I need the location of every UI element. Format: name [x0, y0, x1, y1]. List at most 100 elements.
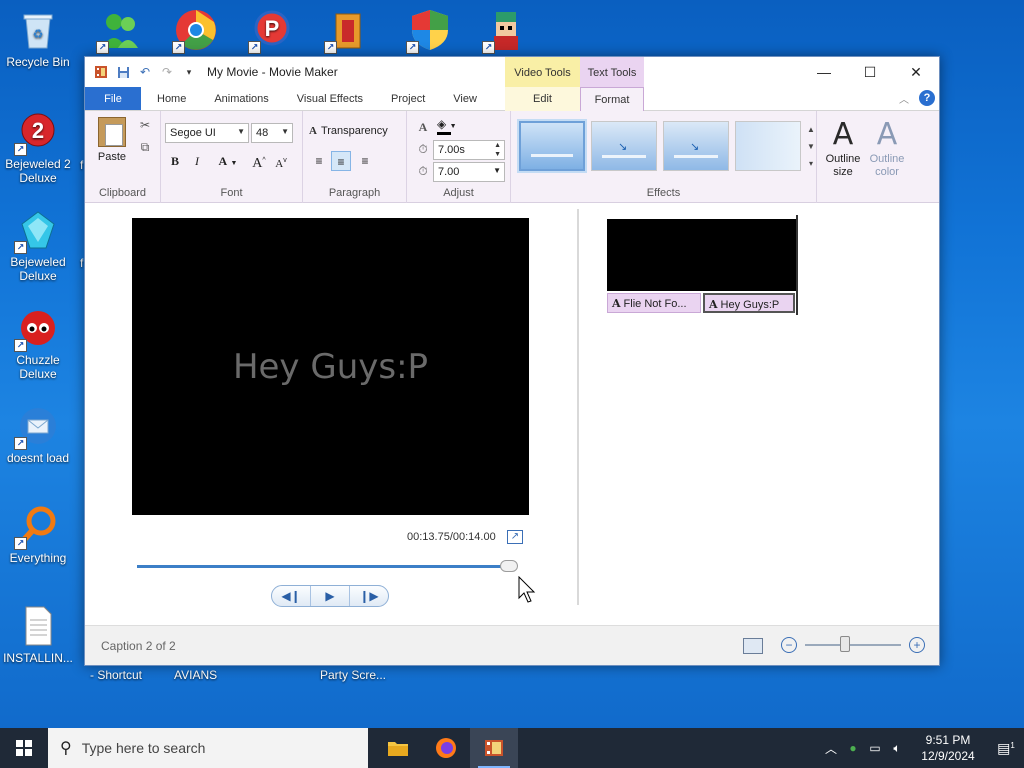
align-center-icon[interactable]: ≡ [331, 151, 351, 171]
outline-color-letter: A [876, 117, 898, 152]
tab-file[interactable]: File [85, 87, 141, 110]
pane-splitter[interactable] [577, 209, 579, 605]
effect-thumbnail[interactable]: ↘ [663, 121, 729, 171]
tab-view[interactable]: View [439, 87, 491, 110]
desktop-icon-doesnt-load[interactable]: ↗ doesnt load [0, 404, 76, 465]
tab-animations[interactable]: Animations [200, 87, 282, 110]
start-time-input[interactable]: 7.00s ▲ ▼ [433, 140, 505, 160]
seek-bar[interactable] [137, 560, 519, 572]
tab-edit[interactable]: Edit [505, 87, 580, 111]
taskbar-firefox[interactable] [422, 728, 470, 768]
align-right-icon[interactable]: ≡ [355, 151, 375, 171]
search-icon: ⚲ [60, 740, 72, 757]
transparency-button[interactable]: A Transparency [309, 125, 388, 137]
play-button[interactable]: ▶ [311, 586, 350, 606]
tab-format[interactable]: Format [580, 87, 644, 112]
background-color-button[interactable]: ◈ ▼ [437, 117, 461, 135]
preview-caption-text: Hey Guys:P [232, 346, 429, 387]
close-button[interactable]: ✕ [893, 57, 939, 87]
shortcut-arrow-icon: ↗ [14, 143, 27, 156]
copy-icon[interactable]: ⧉ [137, 139, 153, 155]
grow-font-button[interactable]: A^ [249, 151, 269, 171]
paste-button[interactable]: Paste [95, 117, 129, 163]
desktop-icon-messenger[interactable]: ↗ [82, 8, 158, 55]
chuzzle-icon: ↗ [14, 306, 60, 352]
group-label-clipboard: Clipboard [98, 187, 147, 199]
tab-project[interactable]: Project [377, 87, 439, 110]
tab-visual-effects[interactable]: Visual Effects [283, 87, 377, 110]
desktop-icon-installing[interactable]: INSTALLIN... [0, 604, 76, 665]
seek-thumb[interactable] [500, 560, 519, 572]
taskbar-search[interactable]: ⚲ Type here to search [48, 728, 368, 768]
align-left-icon[interactable]: ≡ [309, 151, 329, 171]
effect-thumbnail[interactable] [735, 121, 801, 171]
notification-icon: ▤ [997, 739, 1011, 756]
outline-color-label: Outline color [869, 153, 905, 178]
undo-icon[interactable]: ↶ [137, 64, 153, 80]
group-paragraph: A Transparency ≡ ≡ ≡ Paragraph [303, 111, 407, 203]
desktop-icon-chuzzle[interactable]: ↗ Chuzzle Deluxe [0, 306, 76, 381]
text-document-icon [16, 604, 60, 648]
qat-dropdown-icon[interactable]: ▾ [181, 64, 197, 80]
next-frame-button[interactable]: ❙▶ [350, 586, 388, 606]
font-size-select[interactable]: 48 ▼ [251, 123, 293, 143]
desktop-icon-everything[interactable]: ↗ Everything [0, 504, 76, 565]
network-icon[interactable]: ▭ [864, 741, 886, 755]
storyboard-caption-selected[interactable]: A Hey Guys:P [703, 293, 795, 313]
zoom-in-icon[interactable]: + [909, 637, 925, 653]
notification-center-button[interactable]: ▤1 [988, 740, 1024, 757]
user-account-icon[interactable]: ● [842, 741, 864, 755]
notification-count: 1 [1010, 740, 1015, 750]
chevron-down-icon: ▼ [449, 123, 457, 130]
save-icon[interactable] [115, 64, 131, 80]
effect-thumbnail[interactable]: ↘ [591, 121, 657, 171]
chevron-up-icon[interactable]: ︿ [820, 740, 842, 757]
desktop-icon-shield[interactable]: ↗ [392, 8, 468, 55]
maximize-button[interactable]: ☐ [847, 57, 893, 87]
gallery-scroll-controls[interactable]: ▲ ▼ ▾ [805, 121, 817, 173]
system-tray: ︿ ● ▭ 🔈︎ 9:51 PM 12/9/2024 ▤1 [820, 728, 1024, 768]
minimize-button[interactable]: — [801, 57, 847, 87]
video-preview[interactable]: Hey Guys:P [132, 218, 529, 515]
desktop-icon-bejeweled-2[interactable]: 2 ↗ Bejeweled 2 Deluxe [0, 110, 76, 185]
outline-size-button[interactable]: A Outline size [821, 117, 865, 179]
chrome-icon: ↗ [172, 8, 218, 54]
redo-icon[interactable]: ↷ [159, 64, 175, 80]
previous-frame-button[interactable]: ◀❙ [272, 586, 311, 606]
caption-text-icon: A [612, 297, 621, 310]
collapse-ribbon-icon[interactable]: ︿ [899, 91, 909, 106]
desktop-icon-party[interactable]: P ↗ [234, 8, 310, 55]
thumbnail-size-icon[interactable] [743, 638, 763, 654]
storyboard-clip[interactable] [607, 219, 797, 291]
shrink-font-button[interactable]: Av [271, 151, 291, 171]
playhead-indicator[interactable] [796, 215, 798, 315]
desktop-icon-bejeweled[interactable]: ↗ Bejeweled Deluxe [0, 208, 76, 283]
help-icon[interactable]: ? [919, 90, 935, 106]
text-color-icon[interactable]: A [415, 119, 431, 135]
zoom-slider[interactable] [805, 636, 901, 652]
cut-icon[interactable]: ✂ [137, 117, 153, 133]
italic-button[interactable]: I [187, 151, 207, 171]
storyboard-caption[interactable]: A Flie Not Fo... [607, 293, 701, 313]
taskbar-clock[interactable]: 9:51 PM 12/9/2024 [908, 732, 988, 764]
desktop-icon-folder-app[interactable]: ↗ [310, 8, 386, 55]
expand-preview-icon[interactable]: ↗ [507, 530, 523, 544]
effect-thumbnail[interactable] [517, 119, 587, 173]
tab-home[interactable]: Home [141, 87, 200, 110]
desktop-icon-recycle-bin[interactable]: ♻ Recycle Bin [0, 8, 76, 69]
taskbar-movie-maker[interactable] [470, 728, 518, 768]
bold-button[interactable]: B [165, 151, 185, 171]
spinner-arrows-icon[interactable]: ▲ ▼ [494, 141, 501, 159]
desktop-icon-chrome[interactable]: ↗ [158, 8, 234, 55]
zoom-slider-thumb[interactable] [840, 636, 851, 652]
font-family-select[interactable]: Segoe UI ▼ [165, 123, 249, 143]
font-color-button[interactable]: A ▼ [213, 151, 243, 171]
zoom-out-icon[interactable]: − [781, 637, 797, 653]
duration-select[interactable]: 7.00 ▼ [433, 162, 505, 182]
movie-maker-app-icon[interactable] [93, 64, 109, 80]
group-label-effects: Effects [646, 187, 681, 199]
desktop-icon-avians[interactable]: ↗ [468, 8, 544, 55]
taskbar-file-explorer[interactable] [374, 728, 422, 768]
start-button[interactable] [0, 728, 48, 768]
volume-icon[interactable]: 🔈︎ [886, 741, 908, 756]
